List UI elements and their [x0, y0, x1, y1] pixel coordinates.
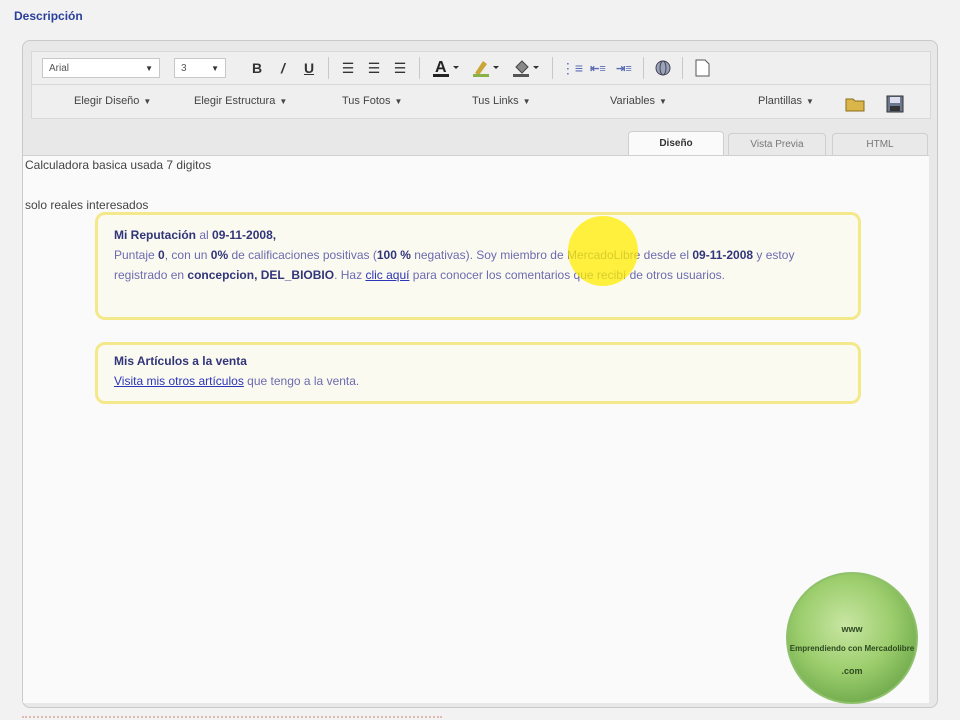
chevron-down-icon: ▼ — [143, 97, 152, 106]
chevron-down-icon: ▼ — [211, 63, 219, 73]
indent-button[interactable]: ⇥≡ — [611, 55, 637, 81]
channel-logo-watermark: www Emprendiendo con Mercadolibre .com — [786, 572, 918, 704]
articles-title: Mis Artículos a la venta — [114, 354, 247, 368]
align-right-button[interactable]: ☰ — [387, 55, 413, 81]
outdent-button[interactable]: ⇤≡ — [585, 55, 611, 81]
menu-variables[interactable]: Variables ▼ — [610, 95, 667, 107]
menu-elegir-diseno[interactable]: Elegir Diseño ▼ — [74, 95, 151, 107]
menu-label: Variables — [610, 95, 656, 107]
menu-label: Elegir Diseño — [74, 95, 140, 107]
background-color-button[interactable] — [506, 55, 546, 81]
save-template-button[interactable] — [882, 91, 908, 117]
watermark-text: .com — [841, 666, 863, 676]
reputation-box: Mi Reputación al 09-11-2008, Puntaje 0, … — [95, 212, 861, 320]
toolbar-divider — [682, 57, 683, 79]
menu-label: Plantillas — [758, 95, 803, 107]
italic-icon: / — [281, 60, 285, 76]
list-icon: ⋮≡ — [560, 59, 584, 76]
align-left-icon: ☰ — [341, 59, 355, 76]
chevron-down-icon: ▼ — [394, 97, 403, 106]
bottom-divider — [22, 712, 442, 718]
indent-icon: ⇥≡ — [616, 62, 632, 75]
watermark-text: Emprendiendo con Mercadolibre — [789, 644, 915, 653]
text-color-icon: A — [433, 59, 459, 77]
toolbar-divider — [419, 57, 420, 79]
chevron-down-icon: ▼ — [279, 97, 288, 106]
tab-diseno[interactable]: Diseño — [628, 131, 724, 155]
font-size-value: 3 — [181, 62, 187, 74]
reputation-text: Puntaje 0, con un 0% de calificaciones p… — [114, 248, 795, 282]
align-left-button[interactable]: ☰ — [335, 55, 361, 81]
menu-tus-links[interactable]: Tus Links ▼ — [472, 95, 531, 107]
italic-button[interactable]: / — [270, 55, 296, 81]
underline-icon: U — [303, 60, 315, 76]
cursor-highlight — [568, 216, 638, 286]
svg-text:A: A — [435, 59, 447, 76]
align-right-icon: ☰ — [393, 59, 407, 76]
menu-plantillas[interactable]: Plantillas ▼ — [758, 95, 814, 107]
articles-text: Visita mis otros artículos que tengo a l… — [114, 374, 360, 388]
chevron-down-icon: ▼ — [806, 97, 814, 106]
chevron-down-icon: ▼ — [145, 63, 153, 73]
watermark-text: www — [841, 624, 863, 634]
font-family-value: Arial — [49, 62, 70, 74]
font-size-select[interactable]: 3 ▼ — [174, 58, 226, 78]
text-color-button[interactable]: A — [426, 55, 466, 81]
bold-icon: B — [251, 60, 263, 76]
reputation-title: Mi Reputación al 09-11-2008, — [114, 228, 277, 242]
new-document-button[interactable] — [689, 55, 715, 81]
chevron-down-icon: ▼ — [659, 97, 667, 106]
menu-label: Tus Fotos — [342, 95, 391, 107]
toolbar-divider — [643, 57, 644, 79]
outdent-icon: ⇤≡ — [590, 62, 606, 75]
highlight-color-button[interactable] — [466, 55, 506, 81]
align-center-icon: ☰ — [367, 59, 381, 76]
toolbar-divider — [552, 57, 553, 79]
tab-vista-previa[interactable]: Vista Previa — [728, 133, 826, 155]
menu-tus-fotos[interactable]: Tus Fotos ▼ — [342, 95, 402, 107]
align-center-button[interactable]: ☰ — [361, 55, 387, 81]
paint-bucket-icon — [513, 60, 539, 77]
globe-link-icon — [655, 60, 671, 76]
open-template-button[interactable] — [842, 91, 868, 117]
tab-html[interactable]: HTML — [832, 133, 928, 155]
list-button[interactable]: ⋮≡ — [559, 55, 585, 81]
link-button[interactable] — [650, 55, 676, 81]
template-toolbar: Elegir Diseño ▼ Elegir Estructura ▼ Tus Fo… — [31, 85, 931, 119]
highlighter-icon — [473, 61, 499, 77]
formatting-toolbar: Arial ▼ 3 ▼ B / U ☰ ☰ ☰ A ⋮≡ ⇤≡ ⇥≡ — [31, 51, 931, 85]
underline-button[interactable]: U — [296, 55, 322, 81]
save-icon — [886, 95, 904, 113]
toolbar-divider — [328, 57, 329, 79]
articles-box: Mis Artículos a la venta Visita mis otro… — [95, 342, 861, 404]
description-line: Calculadora basica usada 7 digitos — [25, 158, 212, 172]
menu-label: Tus Links — [472, 95, 519, 107]
folder-icon — [845, 98, 865, 112]
menu-elegir-estructura[interactable]: Elegir Estructura ▼ — [194, 95, 287, 107]
description-line: solo reales interesados — [25, 198, 149, 212]
chevron-down-icon: ▼ — [522, 97, 531, 106]
bold-button[interactable]: B — [244, 55, 270, 81]
section-title: Descripción — [14, 9, 83, 23]
reputation-link[interactable]: clic aquí — [365, 268, 409, 282]
articles-link[interactable]: Visita mis otros artículos — [114, 374, 244, 388]
font-family-select[interactable]: Arial ▼ — [42, 58, 160, 78]
menu-label: Elegir Estructura — [194, 95, 276, 107]
document-icon — [695, 59, 710, 77]
